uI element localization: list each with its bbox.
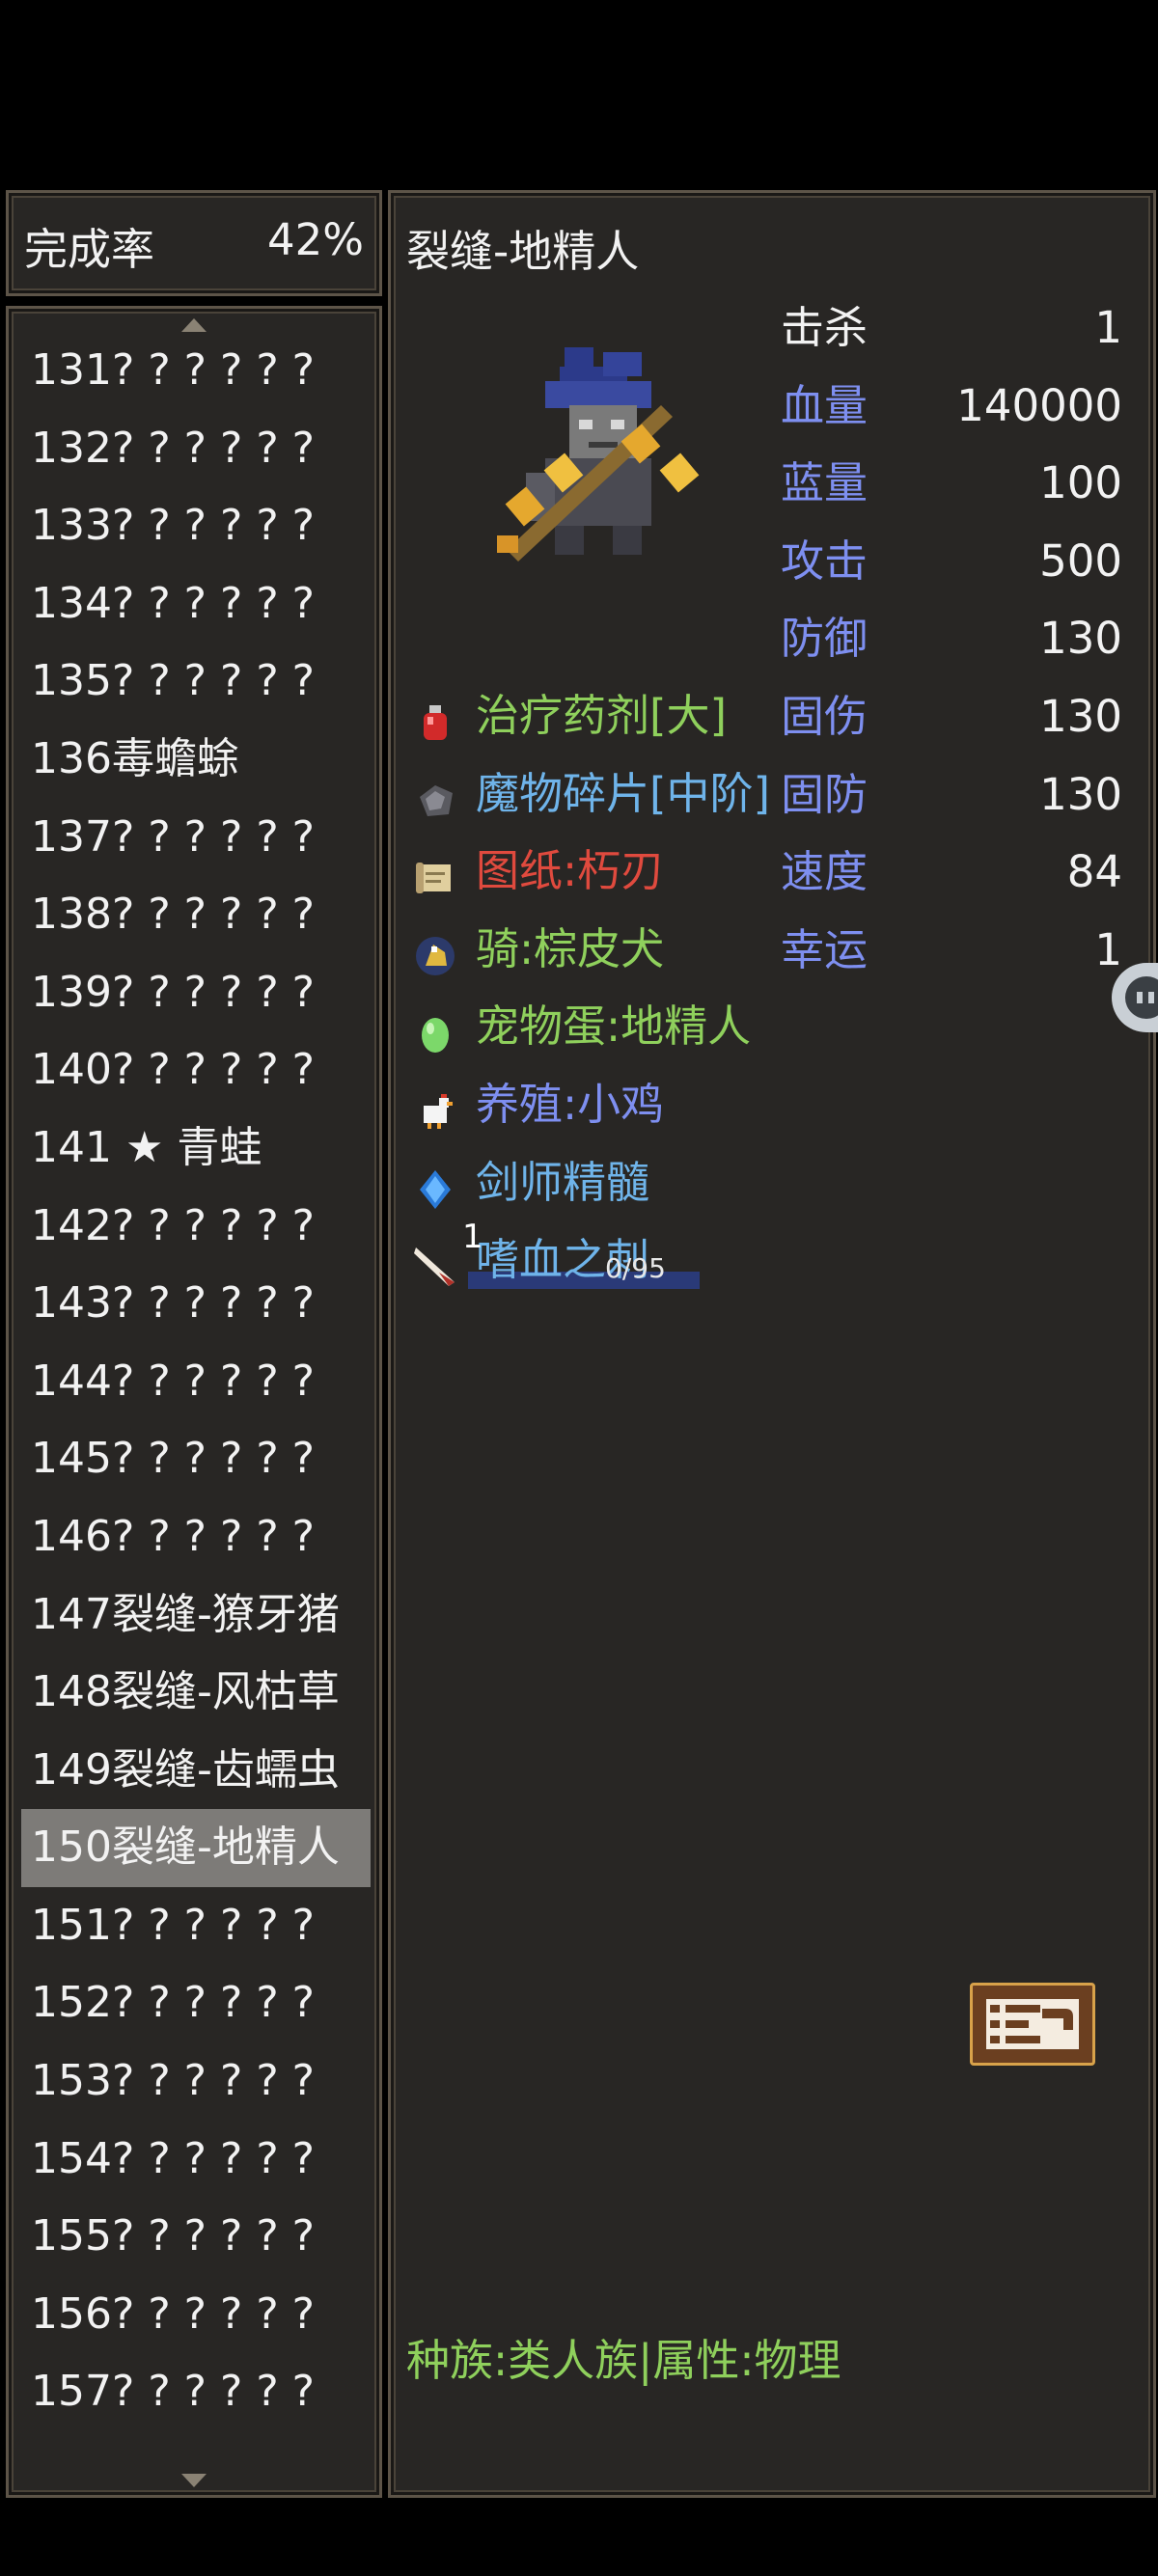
list-toggle-icon (986, 1999, 1079, 2049)
drop-label: 骑:棕皮犬 (476, 922, 665, 974)
drop-item[interactable]: 嗜血之刺 1 0/95 (412, 1218, 798, 1300)
monster-list-item[interactable]: 144? ? ? ? ? ? (21, 1343, 371, 1421)
stat-row: 速度 84 (781, 834, 1122, 912)
monster-detail-panel: 裂缝-地精人 击杀 1 血量 140000 蓝量 100 攻击 500 防御 130 固伤 130 固防… (388, 190, 1156, 2498)
goblin-monster-sprite (497, 347, 700, 562)
drop-label: 剑师精髓 (476, 1156, 650, 1208)
monster-list-item[interactable]: 134? ? ? ? ? ? (21, 565, 371, 644)
monster-list-item[interactable]: 155? ? ? ? ? ? (21, 2198, 371, 2276)
drop-item[interactable]: 治疗药剂[大] (412, 677, 798, 755)
drop-item[interactable]: 骑:棕皮犬 (412, 911, 798, 989)
monster-list-item[interactable]: 151? ? ? ? ? ? (21, 1887, 371, 1965)
monster-list-item[interactable]: 142? ? ? ? ? ? (21, 1188, 371, 1266)
scroll-up-arrow-icon[interactable] (181, 318, 207, 332)
drop-label: 魔物碎片[中阶] (476, 767, 771, 819)
stat-row: 固伤 130 (781, 678, 1122, 756)
stat-value: 500 (1039, 534, 1122, 587)
monster-list-item[interactable]: 138? ? ? ? ? ? (21, 876, 371, 954)
monster-list-item[interactable]: 136毒蟾蜍 (21, 721, 371, 799)
side-handle-icon (1125, 976, 1158, 1019)
monster-list-item[interactable]: 153? ? ? ? ? ? (21, 2042, 371, 2121)
stat-row: 防御 130 (781, 600, 1122, 678)
drop-item[interactable]: 养殖:小鸡 (412, 1066, 798, 1144)
monster-list-item[interactable]: 147裂缝-獠牙猪 (21, 1576, 371, 1655)
stat-label: 防御 (781, 613, 868, 665)
monster-list-item[interactable]: 145? ? ? ? ? ? (21, 1420, 371, 1498)
mount-icon (412, 926, 458, 975)
monster-list-item[interactable]: 148裂缝-风枯草 (21, 1654, 371, 1732)
monster-list-item[interactable]: 135? ? ? ? ? ? (21, 643, 371, 721)
drop-item[interactable]: 宠物蛋:地精人 (412, 988, 798, 1066)
monster-list-item[interactable]: 149裂缝-齿蠕虫 (21, 1732, 371, 1810)
drop-label: 宠物蛋:地精人 (476, 1000, 752, 1053)
drop-list: 治疗药剂[大] 魔物碎片[中阶] 图纸:朽刃骑:棕皮犬宠物蛋:地精人 养殖:小鸡剑师精… (412, 677, 798, 1300)
monster-list-item[interactable]: 137? ? ? ? ? ? (21, 799, 371, 877)
monster-list-item[interactable]: 139? ? ? ? ? ? (21, 954, 371, 1032)
stat-value: 1 (1094, 302, 1122, 353)
drop-progress-text: 0/95 (605, 1252, 666, 1285)
stat-value: 140000 (956, 379, 1122, 431)
toggle-view-button[interactable] (970, 1983, 1095, 2066)
stat-label: 击杀 (781, 302, 868, 353)
stat-row: 蓝量 100 (781, 445, 1122, 523)
stat-value: 130 (1039, 690, 1122, 742)
stat-label: 蓝量 (781, 457, 868, 509)
completion-rate-panel: 完成率 42% (6, 190, 382, 296)
fragment-icon (412, 771, 458, 817)
monster-list-item[interactable]: 132? ? ? ? ? ? (21, 410, 371, 488)
drop-label: 养殖:小鸡 (476, 1078, 665, 1130)
stat-row: 幸运 1 (781, 912, 1122, 990)
monster-list-item[interactable]: 140? ? ? ? ? ? (21, 1031, 371, 1110)
stat-row: 固防 130 (781, 756, 1122, 835)
thorn-icon (412, 1237, 458, 1287)
stat-label: 血量 (781, 379, 868, 431)
monster-list-item[interactable]: 156? ? ? ? ? ? (21, 2276, 371, 2354)
monster-list-item[interactable]: 141 ★ 青蛙 (21, 1110, 371, 1188)
stat-row: 攻击 500 (781, 523, 1122, 601)
drop-count: 1 (462, 1218, 483, 1257)
drop-label: 治疗药剂[大] (476, 690, 728, 741)
stat-value: 130 (1039, 768, 1122, 820)
stat-label: 攻击 (781, 534, 868, 587)
completion-rate-value: 42% (266, 214, 364, 265)
essence-icon (412, 1160, 458, 1209)
chicken-icon (412, 1082, 458, 1129)
stat-row: 血量 140000 (781, 368, 1122, 446)
egg-icon (412, 1003, 458, 1054)
side-menu-handle[interactable] (1112, 963, 1158, 1032)
scroll-down-arrow-icon[interactable] (181, 2474, 207, 2487)
monster-list-item[interactable]: 131? ? ? ? ? ? (21, 332, 371, 410)
drop-label: 图纸:朽刃 (476, 845, 665, 897)
monster-list-item[interactable]: 143? ? ? ? ? ? (21, 1265, 371, 1343)
monster-name: 裂缝-地精人 (406, 226, 640, 277)
stat-value: 100 (1039, 457, 1122, 509)
monster-list-item[interactable]: 133? ? ? ? ? ? (21, 487, 371, 565)
stat-row: 击杀 1 (781, 289, 1122, 368)
drop-item[interactable]: 图纸:朽刃 (412, 833, 798, 911)
completion-rate-label: 完成率 (24, 224, 155, 275)
drop-item[interactable]: 剑师精髓 (412, 1144, 798, 1222)
potion-icon (412, 693, 458, 740)
monster-list-item[interactable]: 150裂缝-地精人 (21, 1809, 371, 1887)
monster-list-item[interactable]: 146? ? ? ? ? ? (21, 1498, 371, 1576)
scroll-icon (412, 848, 458, 894)
monster-list-item[interactable]: 154? ? ? ? ? ? (21, 2121, 371, 2199)
stat-value: 130 (1039, 613, 1122, 665)
monster-list-item[interactable]: 157? ? ? ? ? ? (21, 2353, 371, 2431)
monster-list-panel[interactable]: 131? ? ? ? ? ? 132? ? ? ? ? ? 133? ? ? ? ?… (6, 306, 382, 2498)
monster-list[interactable]: 131? ? ? ? ? ? 132? ? ? ? ? ? 133? ? ? ? ?… (21, 332, 371, 2431)
monster-list-item[interactable]: 152? ? ? ? ? ? (21, 1964, 371, 2042)
drop-item[interactable]: 魔物碎片[中阶] (412, 755, 798, 834)
stat-value: 84 (1066, 846, 1122, 898)
monster-stats: 击杀 1 血量 140000 蓝量 100 攻击 500 防御 130 固伤 130 固防 130 速度 84… (781, 289, 1122, 989)
race-attribute-info: 种族:类人族|属性:物理 (406, 2335, 841, 2386)
